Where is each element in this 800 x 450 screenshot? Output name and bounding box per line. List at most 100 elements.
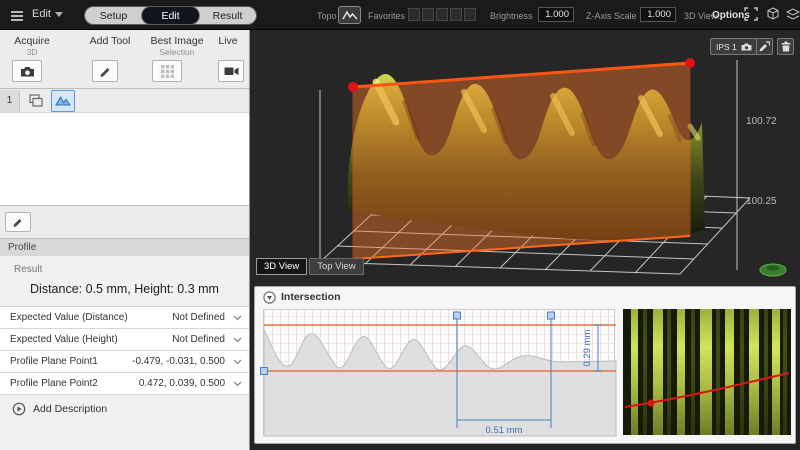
live-button[interactable] xyxy=(218,60,244,82)
view-mode-buttons: 3D View Top View xyxy=(256,258,364,275)
favorite-slot[interactable] xyxy=(422,8,434,21)
height-measurement-label: 0.29 mm xyxy=(582,329,593,366)
add-tool-label: Add Tool xyxy=(84,35,136,47)
trash-icon xyxy=(781,41,791,52)
grid-icon xyxy=(161,65,174,78)
top-view-button[interactable]: Top View xyxy=(309,258,363,275)
play-circle-icon xyxy=(12,402,26,416)
chevron-down-icon[interactable] xyxy=(233,381,242,387)
profile-curve xyxy=(264,330,616,436)
profile-path-endpoint[interactable] xyxy=(648,400,655,407)
top-toolbar: Edit Setup Edit Result Topo Favorites Br… xyxy=(0,0,800,30)
tool-list-row[interactable]: 1 xyxy=(0,89,249,113)
chevron-down-icon[interactable] xyxy=(233,315,242,321)
row-label: Expected Value (Height) xyxy=(10,334,118,345)
plane-endpoint-left[interactable] xyxy=(348,82,358,92)
brightness-label: Brightness xyxy=(490,11,533,21)
intersection-title: Intersection xyxy=(281,291,341,303)
table-row[interactable]: Profile Plane Point1 -0.479, -0.031, 0.5… xyxy=(0,351,249,373)
row-label: Expected Value (Distance) xyxy=(10,312,128,323)
cursor-handle[interactable] xyxy=(548,312,555,319)
table-row[interactable]: Profile Plane Point2 0.472, 0.039, 0.500 xyxy=(0,373,249,395)
3d-view-button[interactable]: 3D View xyxy=(256,258,307,275)
stack-icon xyxy=(29,94,43,107)
pencil-export-icon xyxy=(759,41,770,52)
fit-view-icon[interactable] xyxy=(744,7,760,23)
best-image-label: Best Image xyxy=(146,35,208,47)
acquire-label: Acquire xyxy=(8,35,56,47)
favorite-slot[interactable] xyxy=(436,8,448,21)
best-image-sub-label: Selection xyxy=(146,47,208,57)
ips-label: IPS 1 xyxy=(716,42,737,52)
tool-list: 1 xyxy=(0,88,249,206)
distance-measurement-label: 0.51 mm xyxy=(486,425,523,436)
edit-menu-label: Edit xyxy=(32,8,51,20)
profile-tool-button[interactable] xyxy=(51,90,75,112)
add-tool-button[interactable] xyxy=(92,60,118,82)
delete-button[interactable] xyxy=(777,38,794,55)
intersection-panel: Intersection xyxy=(254,286,796,444)
orientation-gizmo[interactable] xyxy=(756,259,790,279)
table-row[interactable]: Expected Value (Height) Not Defined xyxy=(0,329,249,351)
z-axis-scale-input[interactable]: 1.000 xyxy=(640,7,676,22)
row-label: Profile Plane Point2 xyxy=(10,378,98,389)
tab-edit[interactable]: Edit xyxy=(142,7,199,24)
app-window: Edit Setup Edit Result Topo Favorites Br… xyxy=(0,0,800,450)
cube-icon[interactable] xyxy=(766,7,782,23)
3d-viewport[interactable] xyxy=(250,30,800,286)
row-value: Not Defined xyxy=(172,334,225,345)
result-text: Distance: 0.5 mm, Height: 0.3 mm xyxy=(0,282,249,296)
favorites-group xyxy=(408,8,476,21)
layers-tool-button[interactable] xyxy=(24,90,48,112)
row-value: Not Defined xyxy=(172,312,225,323)
chevron-down-icon[interactable] xyxy=(233,337,242,343)
pencil-icon xyxy=(12,216,24,228)
annotate-button[interactable] xyxy=(756,38,773,55)
z-axis-scale-label: Z-Axis Scale xyxy=(586,11,637,21)
favorite-slot[interactable] xyxy=(408,8,420,21)
camera-icon xyxy=(20,66,35,77)
profile-parameter-table: Expected Value (Distance) Not Defined Ex… xyxy=(0,306,249,395)
favorite-slot[interactable] xyxy=(464,8,476,21)
z-axis-tick-label: 100.25 xyxy=(746,196,777,207)
profile-panel: Result Distance: 0.5 mm, Height: 0.3 mm … xyxy=(0,256,249,450)
row-label: Profile Plane Point1 xyxy=(10,356,98,367)
add-description-button[interactable]: Add Description xyxy=(12,402,107,416)
tab-result[interactable]: Result xyxy=(199,7,256,24)
left-panel: Acquire 3D Add Tool Best Image Selection… xyxy=(0,30,250,450)
texture-preview xyxy=(623,309,791,435)
video-camera-icon xyxy=(224,66,239,76)
brightness-input[interactable]: 1.000 xyxy=(538,7,574,22)
mountain-icon xyxy=(342,10,358,20)
acquire-sub-label: 3D xyxy=(8,47,56,57)
topo-label: Topo xyxy=(317,11,337,21)
hamburger-menu-icon[interactable] xyxy=(10,9,24,27)
ips-snapshot-button[interactable]: IPS 1 xyxy=(710,38,758,55)
result-label: Result xyxy=(14,264,42,275)
topo-toggle[interactable] xyxy=(338,6,361,24)
pencil-icon xyxy=(99,65,112,78)
edit-menu[interactable]: Edit xyxy=(32,8,63,20)
intersection-plane[interactable] xyxy=(348,58,695,259)
chevron-down-icon[interactable] xyxy=(233,359,242,365)
expander-icon[interactable] xyxy=(263,291,276,304)
live-label: Live xyxy=(212,35,244,47)
favorite-slot[interactable] xyxy=(450,8,462,21)
acquire-3d-button[interactable] xyxy=(12,60,42,82)
mode-tabs: Setup Edit Result xyxy=(84,6,257,25)
level-handle[interactable] xyxy=(261,368,268,375)
row-value: -0.479, -0.031, 0.500 xyxy=(132,356,225,367)
plane-endpoint-right[interactable] xyxy=(685,58,695,68)
profile-chart: 0.51 mm 0.29 mm xyxy=(263,309,615,435)
table-row[interactable]: Expected Value (Distance) Not Defined xyxy=(0,307,249,329)
tool-index-tab[interactable]: 1 xyxy=(0,90,20,112)
tab-setup[interactable]: Setup xyxy=(85,7,142,24)
best-image-button[interactable] xyxy=(152,60,182,82)
add-description-label: Add Description xyxy=(33,403,107,415)
edit-profile-button[interactable] xyxy=(5,212,31,232)
layers-icon[interactable] xyxy=(786,7,800,23)
camera-icon xyxy=(741,43,752,51)
stage: IPS 1 100.72 100.25 3D View Top View xyxy=(250,30,800,450)
cursor-handle[interactable] xyxy=(454,312,461,319)
row-value: 0.472, 0.039, 0.500 xyxy=(139,378,225,389)
